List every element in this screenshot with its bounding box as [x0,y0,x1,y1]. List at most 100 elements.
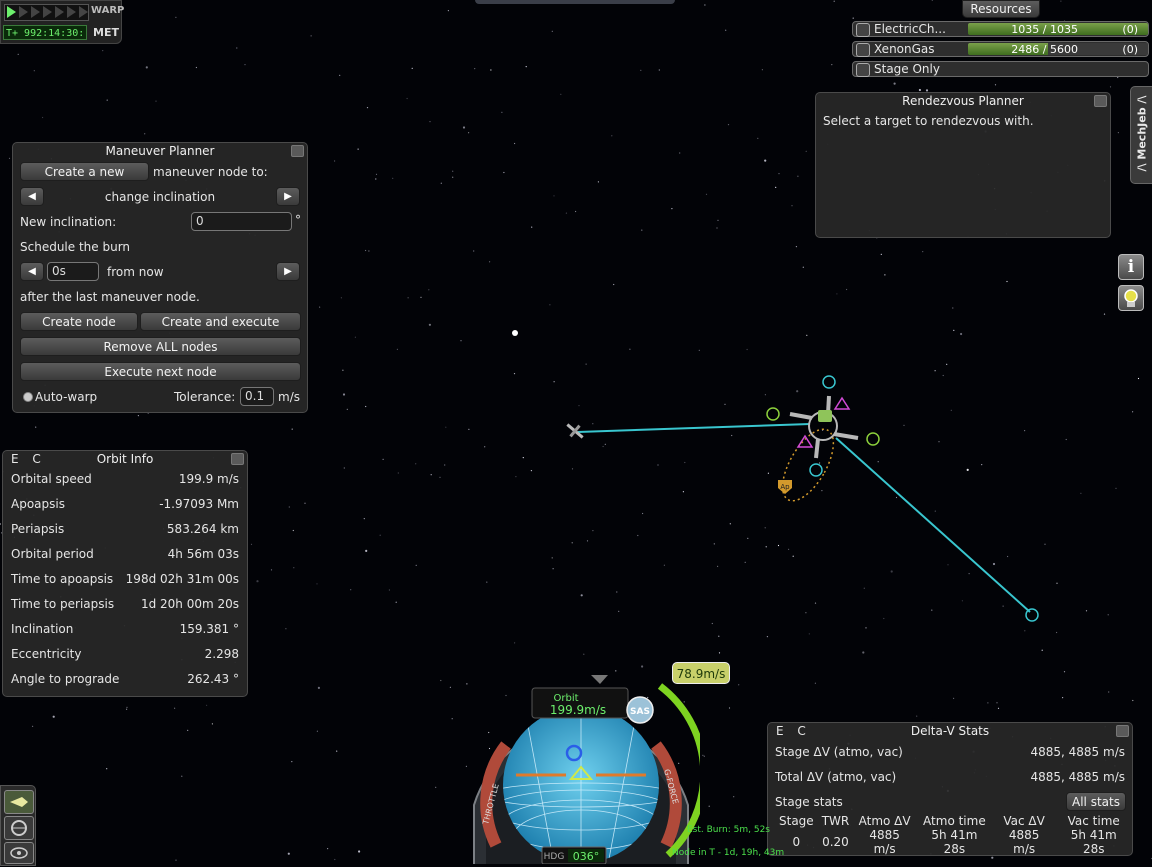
star [724,403,726,405]
crew-button[interactable] [1118,285,1144,311]
orbit-info-row: Apoapsis -1.97093 Mm [11,493,239,518]
star [708,805,710,807]
map-mode-button[interactable] [4,842,34,864]
star [1103,313,1106,315]
warp-arrow-icon[interactable] [7,6,16,18]
resource-name: ElectricCh... [874,22,946,36]
stage-only-label: Stage Only [874,62,940,76]
auto-warp-radio[interactable] [23,392,33,402]
staging-mode-button[interactable] [4,790,34,814]
warp-arrow-icon[interactable] [43,6,52,18]
star [597,181,600,183]
star [428,323,431,326]
star [968,573,970,575]
star [942,374,944,377]
star [368,250,370,252]
star [195,66,197,69]
orbit-info-value: 199.9 m/s [178,472,239,486]
close-icon[interactable] [231,453,244,465]
maneuver-mode-button[interactable] [4,816,34,840]
node-in-label: Node in T - 1d, 19h, 43m [672,848,785,858]
star [946,363,948,365]
star [33,70,35,72]
star [444,464,446,466]
star [382,458,384,460]
next-schedule-button[interactable]: ▶ [276,262,300,281]
star [175,16,177,18]
star [1044,543,1046,545]
close-icon[interactable] [1094,95,1107,107]
star [0,523,1,525]
star [1117,76,1119,79]
close-icon[interactable] [291,145,304,157]
resource-checkbox[interactable] [856,23,870,37]
warp-arrow-icon[interactable] [31,6,40,18]
star [357,148,359,150]
warp-arrow-icon[interactable] [19,6,28,18]
create-and-execute-button[interactable]: Create and execute [140,312,301,331]
star [339,74,341,76]
burn-time-input[interactable]: 0s [47,262,99,281]
resource-checkbox[interactable] [856,43,870,57]
star [992,562,996,566]
star [713,543,715,545]
star [765,546,767,548]
star [862,651,865,654]
stage-stats-label: Stage stats [775,795,843,809]
tolerance-input[interactable]: 0.1 [240,387,274,406]
resource-rate: (0) [1122,23,1138,36]
close-icon[interactable] [1116,725,1129,737]
orbit-info-value: 2.298 [204,647,239,661]
info-icon: i [1127,257,1135,277]
previous-operation-button[interactable]: ◀ [20,187,44,206]
star [805,150,807,152]
remove-all-nodes-button[interactable]: Remove ALL nodes [20,337,301,356]
resources-button[interactable]: Resources [962,0,1040,18]
star [293,567,295,569]
info-button[interactable]: i [1118,254,1144,280]
star [334,858,336,861]
execute-next-node-button[interactable]: Execute next node [20,362,301,381]
stage-only-toggle[interactable]: Stage Only [852,61,1149,77]
star [514,142,516,145]
stage-stats-header: TWR [821,814,850,828]
warp-arrows[interactable] [4,4,89,21]
create-node-button[interactable]: Create node [20,312,138,331]
orbit-info-value: 262.43 ° [187,672,239,686]
orbit-line-right [835,437,1031,613]
create-new-button[interactable]: Create a new [20,162,149,181]
star [903,424,905,426]
rendezvous-planner-title: Rendezvous Planner [902,94,1024,108]
star [452,176,454,178]
star [451,718,453,720]
next-operation-button[interactable]: ▶ [276,187,300,206]
star [611,135,613,137]
star [445,426,447,428]
star [452,170,454,172]
star [641,229,643,231]
stage-stats-header: Atmo time [923,814,986,828]
stage-only-checkbox[interactable] [856,63,870,77]
warp-label: WARP [91,5,125,16]
star [565,212,568,214]
star [530,470,533,472]
previous-schedule-button[interactable]: ◀ [20,262,44,281]
star [285,628,287,630]
star [1085,610,1088,612]
star [406,97,408,100]
mechjeb-tab[interactable]: /\ MechJeb /\ [1130,86,1152,184]
warp-arrow-icon[interactable] [55,6,64,18]
star [808,633,810,635]
star [375,173,378,175]
star [725,29,727,31]
total-dv-label: Total ΔV (atmo, vac) [775,770,897,784]
svg-text:HDG: HDG [544,852,565,862]
star [270,569,273,571]
star [155,100,157,102]
star [592,530,594,532]
new-inclination-input[interactable]: 0 [191,212,292,231]
warp-arrow-icon[interactable] [79,6,88,18]
warp-arrow-icon[interactable] [67,6,76,18]
all-stats-button[interactable]: All stats [1066,792,1126,811]
target-marker-icon [1025,608,1039,622]
